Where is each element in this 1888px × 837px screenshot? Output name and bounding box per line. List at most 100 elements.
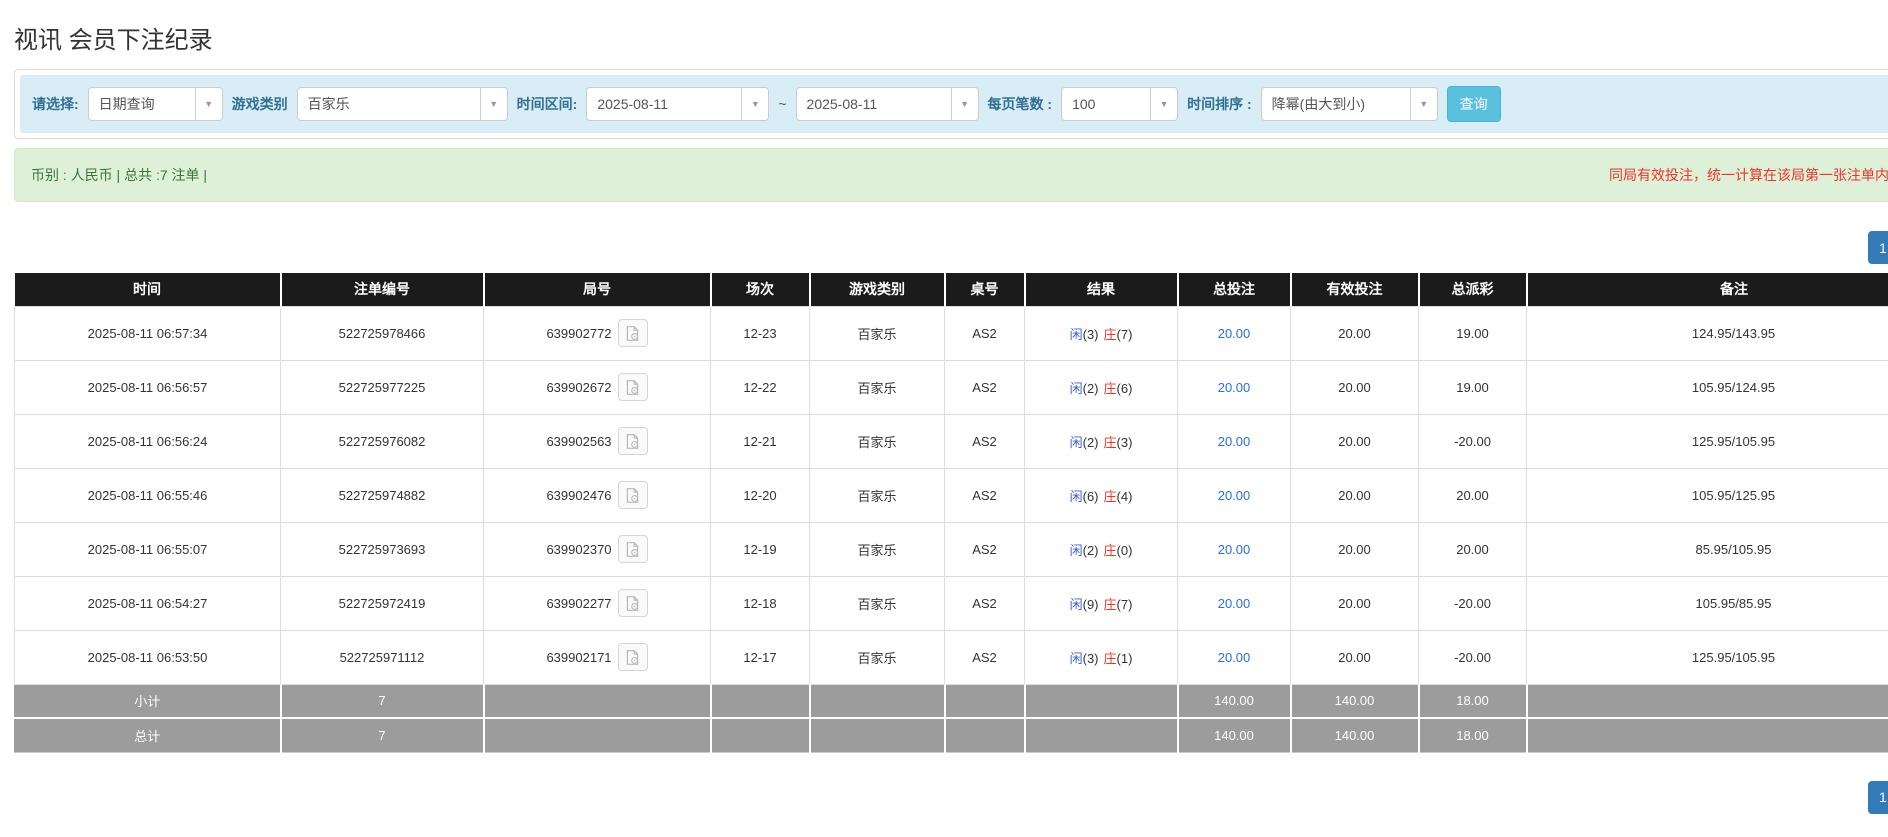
- round-id: 639902370: [546, 542, 611, 557]
- valid-bet-cell: 20.00: [1291, 576, 1419, 630]
- bet-id-cell: 522725978466: [281, 306, 484, 360]
- total-bet-cell: 20.00: [1178, 468, 1291, 522]
- time-cell: 2025-08-11 06:54:27: [15, 576, 281, 630]
- result-banker-score: (6): [1117, 381, 1133, 396]
- result-banker-label: 庄: [1104, 543, 1117, 558]
- valid-bet-cell: 20.00: [1291, 360, 1419, 414]
- round-id: 639902563: [546, 434, 611, 449]
- session-cell: 12-18: [711, 576, 810, 630]
- total-bet-link[interactable]: 20.00: [1218, 650, 1251, 665]
- betting-table: 时间 注单编号 局号 场次 游戏类别 桌号 结果 总投注 有效投注 总派彩 备注…: [14, 273, 1888, 753]
- total-bet-cell: 20.00: [1178, 630, 1291, 684]
- table-row: 2025-08-11 06:55:46 522725974882 6399024…: [15, 468, 1888, 522]
- sort-select[interactable]: 降幂(由大到小) ▼: [1261, 87, 1438, 121]
- game-type-label: 游戏类别: [232, 94, 288, 114]
- game-cell: 百家乐: [810, 522, 945, 576]
- result-cell: 闲(2)庄(6): [1025, 360, 1178, 414]
- result-cell: 闲(9)庄(7): [1025, 576, 1178, 630]
- bet-id-cell: 522725974882: [281, 468, 484, 522]
- result-banker-score: (1): [1117, 651, 1133, 666]
- subtotal-row: 小计 7 140.00 140.00 18.00: [15, 684, 1888, 718]
- time-range-label: 时间区间:: [517, 94, 578, 114]
- round-cell: 639902563: [484, 414, 711, 468]
- video-button[interactable]: [618, 319, 648, 347]
- bet-id-cell: 522725973693: [281, 522, 484, 576]
- query-type-select[interactable]: 日期查询 ▼: [88, 87, 223, 121]
- video-button[interactable]: [618, 373, 648, 401]
- caret-down-icon: ▼: [195, 88, 222, 120]
- header-cell-game: 游戏类别: [810, 273, 945, 306]
- pagination-top: 1: [14, 231, 1888, 264]
- video-icon: [624, 649, 641, 666]
- result-banker-score: (0): [1117, 543, 1133, 558]
- session-cell: 12-22: [711, 360, 810, 414]
- page-1-button[interactable]: 1: [1868, 231, 1888, 264]
- result-cell: 闲(3)庄(1): [1025, 630, 1178, 684]
- total-row: 总计 7 140.00 140.00 18.00: [15, 718, 1888, 752]
- total-bet-link[interactable]: 20.00: [1218, 380, 1251, 395]
- total-bet-link[interactable]: 20.00: [1218, 326, 1251, 341]
- remark-cell: 105.95/85.95: [1527, 576, 1888, 630]
- per-page-select[interactable]: 100 ▼: [1061, 87, 1178, 121]
- sort-value: 降幂(由大到小): [1272, 94, 1365, 114]
- video-button[interactable]: [618, 643, 648, 671]
- remark-cell: 125.95/105.95: [1527, 630, 1888, 684]
- result-cell: 闲(2)庄(0): [1025, 522, 1178, 576]
- table-no-cell: AS2: [945, 522, 1025, 576]
- header-cell-total-bet: 总投注: [1178, 273, 1291, 306]
- date-separator: ~: [778, 96, 786, 112]
- video-icon: [624, 433, 641, 450]
- table-row: 2025-08-11 06:56:24 522725976082 6399025…: [15, 414, 1888, 468]
- result-cell: 闲(2)庄(3): [1025, 414, 1178, 468]
- query-type-value: 日期查询: [99, 94, 155, 114]
- total-bet-cell: 20.00: [1178, 522, 1291, 576]
- result-banker-label: 庄: [1104, 435, 1117, 450]
- total-bet-link[interactable]: 20.00: [1218, 434, 1251, 449]
- notice-warning: 同局有效投注，统一计算在该局第一张注单内: [1609, 165, 1888, 185]
- subtotal-valid-bet: 140.00: [1291, 684, 1419, 718]
- date-from-select[interactable]: 2025-08-11 ▼: [586, 87, 769, 121]
- table-no-cell: AS2: [945, 414, 1025, 468]
- table-row: 2025-08-11 06:56:57 522725977225 6399026…: [15, 360, 1888, 414]
- video-button[interactable]: [618, 481, 648, 509]
- session-cell: 12-23: [711, 306, 810, 360]
- video-button[interactable]: [618, 427, 648, 455]
- session-cell: 12-17: [711, 630, 810, 684]
- remark-cell: 105.95/124.95: [1527, 360, 1888, 414]
- payout-cell: 20.00: [1419, 522, 1527, 576]
- game-type-select[interactable]: 百家乐 ▼: [297, 87, 508, 121]
- total-bet-link[interactable]: 20.00: [1218, 542, 1251, 557]
- valid-bet-cell: 20.00: [1291, 468, 1419, 522]
- bet-id-cell: 522725976082: [281, 414, 484, 468]
- round-id: 639902171: [546, 650, 611, 665]
- valid-bet-cell: 20.00: [1291, 414, 1419, 468]
- result-player-score: (2): [1083, 381, 1099, 396]
- header-cell-payout: 总派彩: [1419, 273, 1527, 306]
- page-title: 视讯 会员下注纪录: [14, 20, 1888, 55]
- round-cell: 639902277: [484, 576, 711, 630]
- header-cell-remark: 备注: [1527, 273, 1888, 306]
- round-cell: 639902672: [484, 360, 711, 414]
- caret-down-icon: ▼: [1150, 88, 1177, 120]
- payout-cell: -20.00: [1419, 576, 1527, 630]
- remark-cell: 124.95/143.95: [1527, 306, 1888, 360]
- bet-id-cell: 522725977225: [281, 360, 484, 414]
- bet-id-cell: 522725972419: [281, 576, 484, 630]
- total-bet-link[interactable]: 20.00: [1218, 596, 1251, 611]
- total-payout: 18.00: [1419, 718, 1527, 752]
- video-button[interactable]: [618, 589, 648, 617]
- video-button[interactable]: [618, 535, 648, 563]
- filter-panel: 请选择: 日期查询 ▼ 游戏类别 百家乐 ▼ 时间区间: 2025-08-11 …: [14, 69, 1888, 139]
- header-cell-result: 结果: [1025, 273, 1178, 306]
- result-banker-score: (4): [1117, 489, 1133, 504]
- total-total-bet: 140.00: [1178, 718, 1291, 752]
- query-button[interactable]: 查询: [1447, 86, 1501, 122]
- round-id: 639902277: [546, 596, 611, 611]
- page-1-button[interactable]: 1: [1868, 781, 1888, 814]
- date-to-select[interactable]: 2025-08-11 ▼: [796, 87, 979, 121]
- game-cell: 百家乐: [810, 468, 945, 522]
- total-bet-cell: 20.00: [1178, 414, 1291, 468]
- table-no-cell: AS2: [945, 576, 1025, 630]
- total-bet-link[interactable]: 20.00: [1218, 488, 1251, 503]
- result-banker-label: 庄: [1104, 327, 1117, 342]
